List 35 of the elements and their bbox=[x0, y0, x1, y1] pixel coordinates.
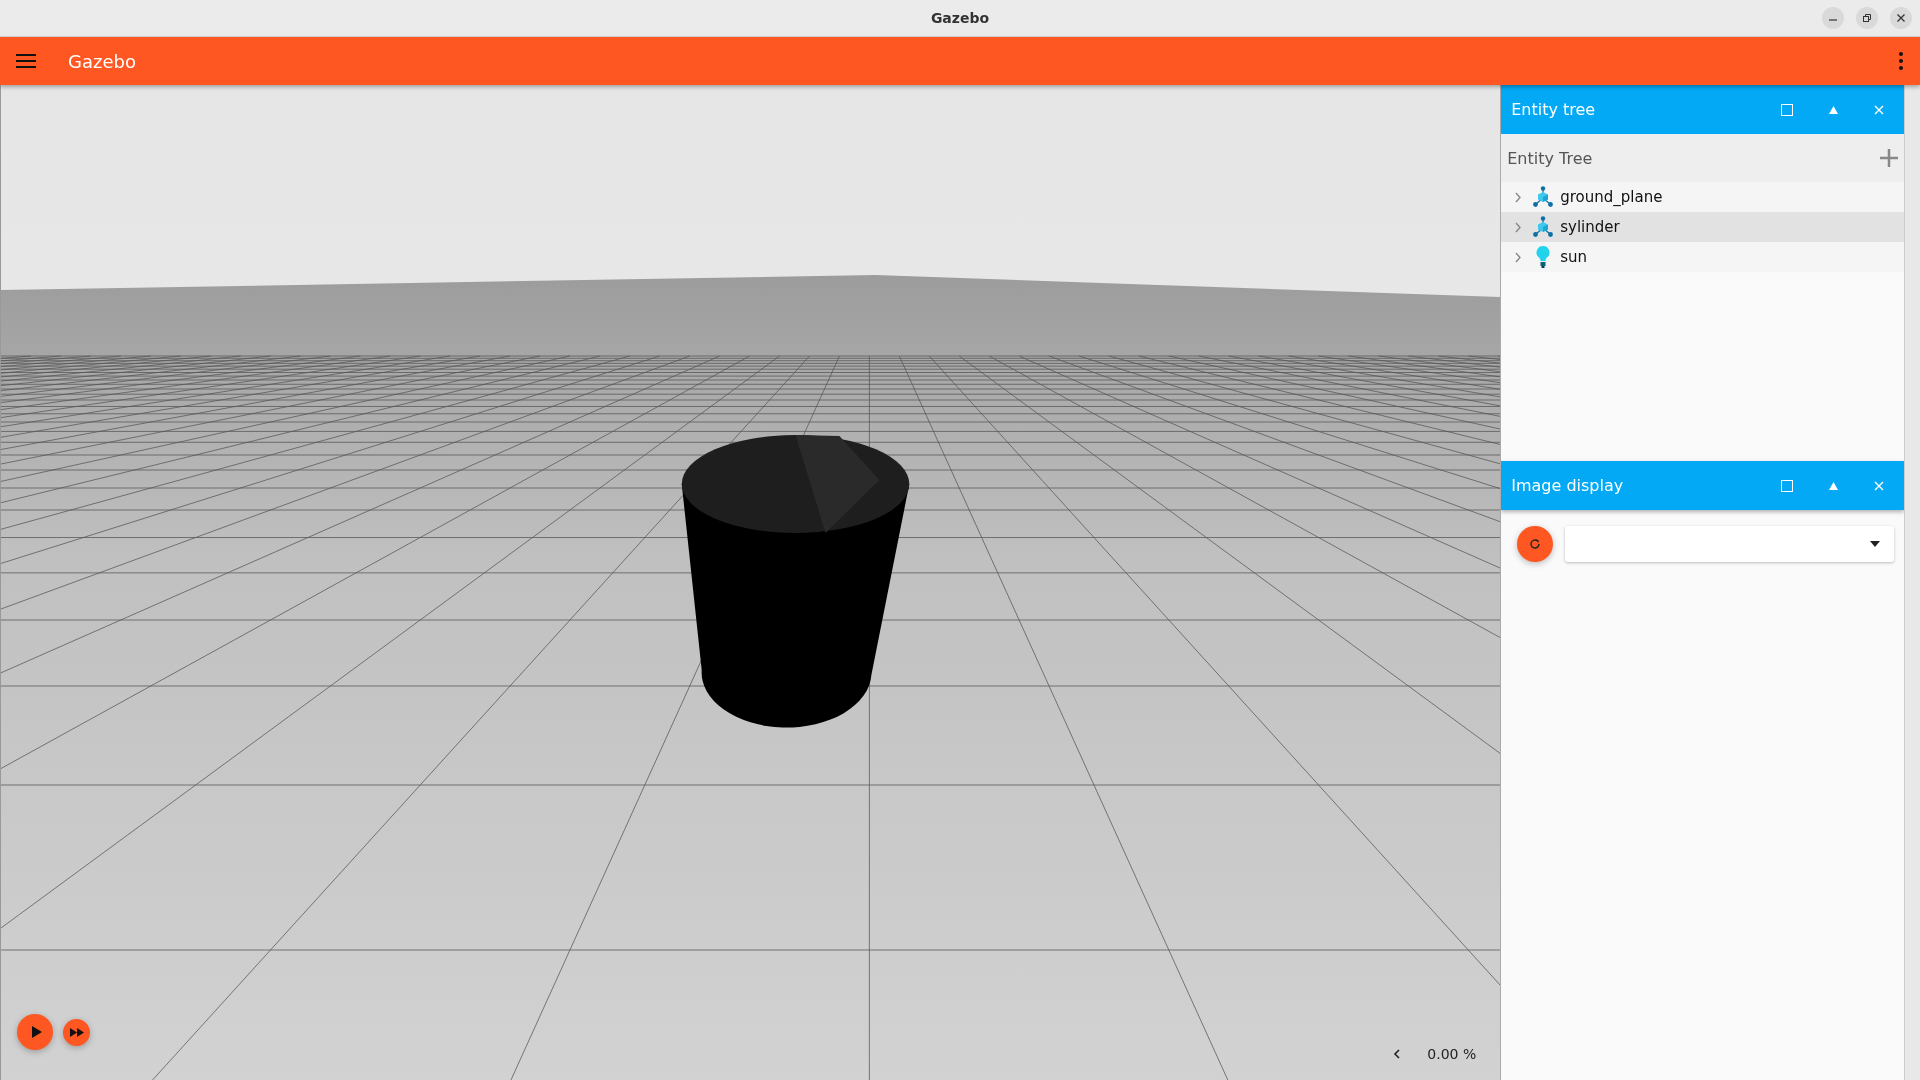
window-title: Gazebo bbox=[930, 10, 990, 26]
entity-name: sun bbox=[1560, 248, 1588, 266]
close-icon bbox=[1896, 13, 1906, 23]
percentage-reading: 0.00 % bbox=[1427, 1046, 1477, 1062]
play-icon bbox=[30, 1026, 43, 1038]
tree-heading: Entity Tree bbox=[1507, 148, 1593, 168]
entity-name: sylinder bbox=[1560, 218, 1620, 236]
maximize-icon[interactable] bbox=[1781, 479, 1793, 492]
restore-button[interactable] bbox=[1856, 7, 1878, 29]
menu-icon[interactable] bbox=[16, 53, 36, 69]
scrollbar[interactable] bbox=[1904, 85, 1920, 1080]
model-icon bbox=[1532, 186, 1555, 208]
maximize-icon[interactable] bbox=[1781, 103, 1793, 116]
collapse-icon[interactable] bbox=[1829, 481, 1838, 490]
panel-title: Entity tree bbox=[1511, 100, 1597, 119]
dropdown-caret-icon bbox=[1870, 541, 1880, 547]
close-icon[interactable] bbox=[1874, 104, 1884, 115]
tree-item[interactable]: sylinder bbox=[1501, 212, 1904, 242]
app-title: Gazebo bbox=[68, 50, 137, 72]
close-icon[interactable] bbox=[1874, 480, 1884, 491]
entity-name: ground_plane bbox=[1560, 188, 1663, 206]
minimize-button[interactable] bbox=[1822, 7, 1844, 29]
tree-item[interactable]: sun bbox=[1501, 242, 1904, 272]
model-icon bbox=[1532, 216, 1555, 238]
refresh-button[interactable] bbox=[1517, 526, 1554, 562]
more-options-icon[interactable] bbox=[1898, 51, 1904, 71]
collapse-icon[interactable] bbox=[1829, 105, 1838, 114]
panel-title: Image display bbox=[1511, 476, 1625, 495]
plus-icon[interactable] bbox=[1880, 149, 1898, 167]
restore-icon bbox=[1862, 13, 1872, 23]
refresh-icon bbox=[1528, 537, 1543, 551]
close-button[interactable] bbox=[1890, 7, 1912, 29]
chevron-left-icon[interactable] bbox=[1393, 1049, 1402, 1059]
tree-item[interactable]: ground_plane bbox=[1501, 182, 1904, 212]
fast-forward-icon bbox=[69, 1027, 84, 1037]
